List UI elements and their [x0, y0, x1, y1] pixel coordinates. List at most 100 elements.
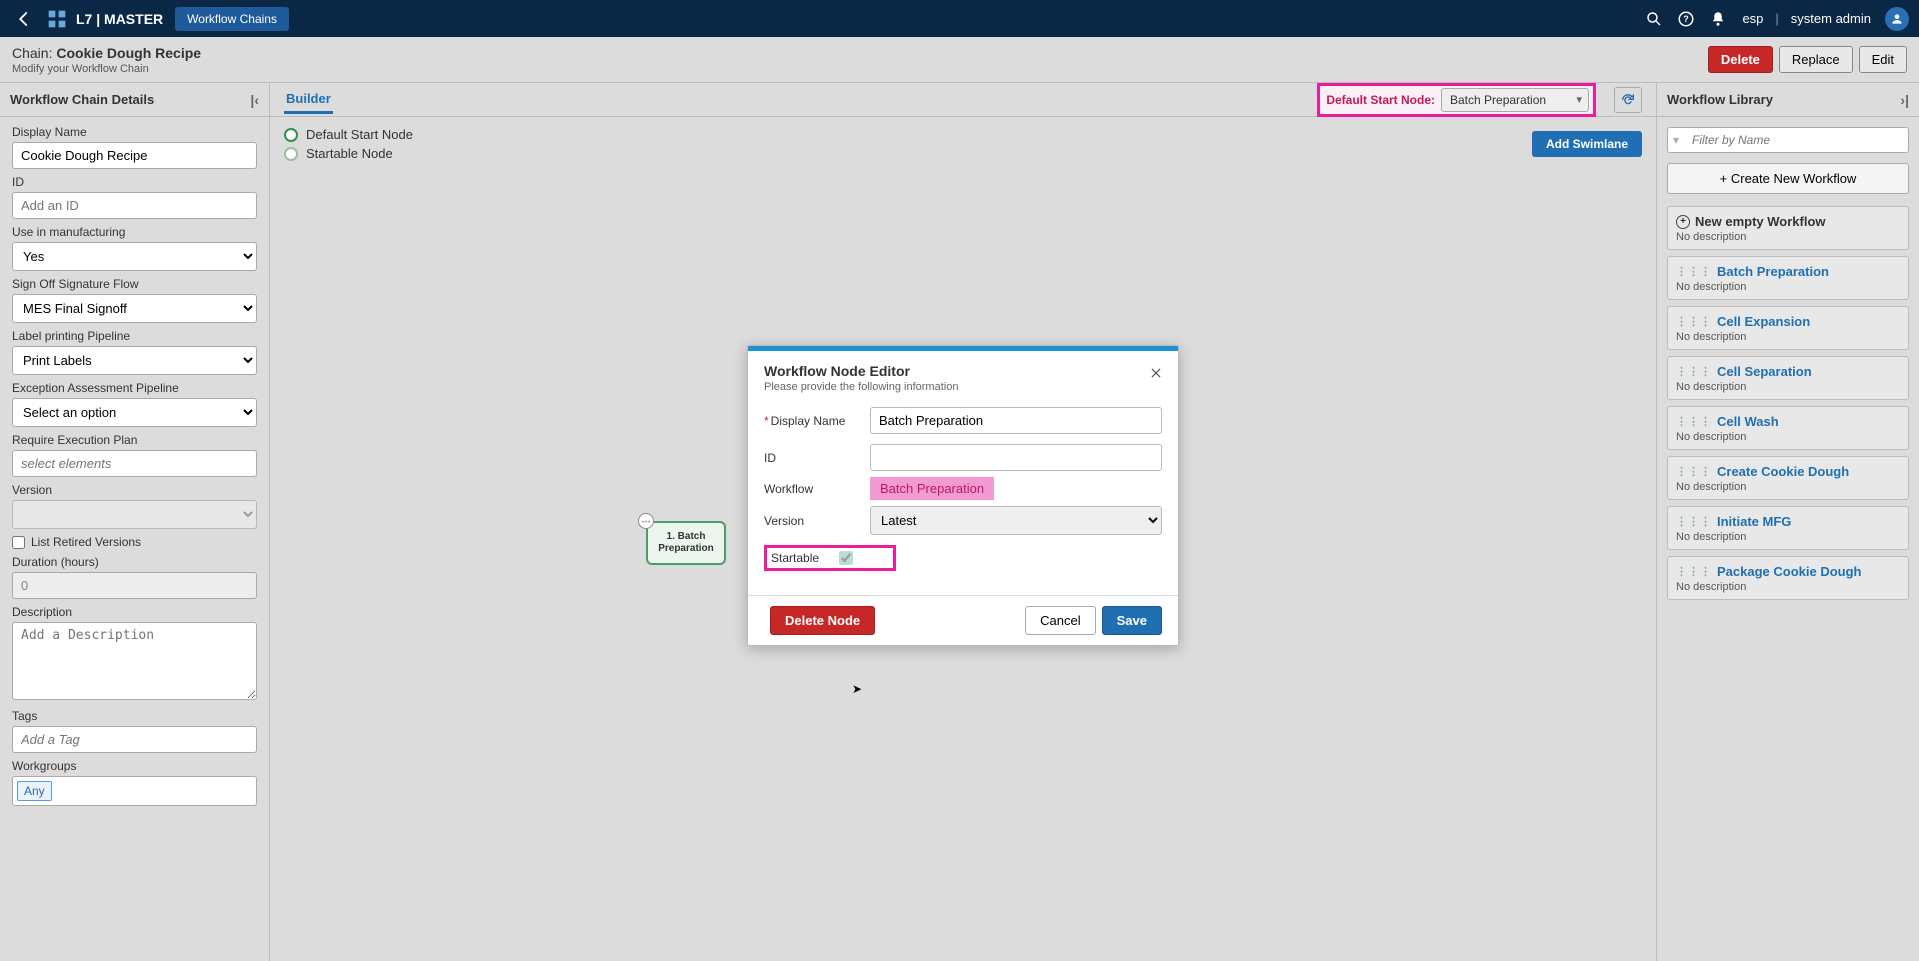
- library-item[interactable]: ⋮⋮⋮Cell ExpansionNo description: [1667, 306, 1909, 350]
- node-menu-handle[interactable]: ⋯: [638, 513, 654, 529]
- library-item-title: ⋮⋮⋮Cell Separation: [1676, 364, 1900, 379]
- exception-label: Exception Assessment Pipeline: [12, 381, 257, 395]
- delete-button[interactable]: Delete: [1708, 46, 1773, 73]
- mfg-label: Use in manufacturing: [12, 225, 257, 239]
- id-input[interactable]: [12, 192, 257, 219]
- library-item-desc: No description: [1676, 381, 1900, 393]
- library-item-desc: No description: [1676, 481, 1900, 493]
- modal-save-button[interactable]: Save: [1102, 606, 1162, 635]
- library-item[interactable]: +New empty WorkflowNo description: [1667, 206, 1909, 250]
- app-logo-icon: [46, 8, 68, 30]
- workflow-node-editor-modal: Workflow Node Editor Please provide the …: [747, 345, 1179, 646]
- details-panel-title: Workflow Chain Details: [10, 92, 154, 107]
- library-item[interactable]: ⋮⋮⋮Package Cookie DoughNo description: [1667, 556, 1909, 600]
- workflow-node-batch-preparation[interactable]: ⋯ 1. Batch Preparation: [646, 521, 726, 565]
- user-avatar[interactable]: [1885, 7, 1909, 31]
- display-name-input[interactable]: [12, 142, 257, 169]
- default-start-node-highlight: Default Start Node: Batch Preparation: [1317, 83, 1596, 117]
- top-nav: L7 | MASTER Workflow Chains ? esp | syst…: [0, 0, 1919, 37]
- modal-wf-value[interactable]: Batch Preparation: [870, 477, 994, 500]
- person-icon: [1890, 12, 1904, 26]
- search-button[interactable]: [1640, 5, 1668, 33]
- library-item-desc: No description: [1676, 231, 1900, 243]
- library-item-desc: No description: [1676, 281, 1900, 293]
- legend-default-icon: [284, 128, 298, 142]
- labelpipe-select[interactable]: Print Labels: [12, 346, 257, 375]
- modal-ver-label: Version: [764, 514, 860, 528]
- modal-id-label: ID: [764, 451, 860, 465]
- page-subtitle: Modify your Workflow Chain: [12, 63, 1702, 75]
- back-button[interactable]: [10, 5, 38, 33]
- signoff-select[interactable]: MES Final Signoff: [12, 294, 257, 323]
- builder-tab[interactable]: Builder: [284, 85, 333, 114]
- modal-dn-input[interactable]: [870, 407, 1162, 434]
- tags-input[interactable]: [12, 726, 257, 753]
- bell-icon: [1709, 10, 1727, 28]
- help-button[interactable]: ?: [1672, 5, 1700, 33]
- workgroups-input[interactable]: Any: [12, 776, 257, 806]
- grip-icon: ⋮⋮⋮: [1676, 315, 1712, 328]
- library-item-title: ⋮⋮⋮Package Cookie Dough: [1676, 564, 1900, 579]
- library-item[interactable]: ⋮⋮⋮Initiate MFGNo description: [1667, 506, 1909, 550]
- modal-close-button[interactable]: [1144, 361, 1168, 385]
- workgroup-tag[interactable]: Any: [17, 781, 52, 801]
- grip-icon: ⋮⋮⋮: [1676, 565, 1712, 578]
- reqexec-input[interactable]: [12, 450, 257, 477]
- library-item[interactable]: ⋮⋮⋮Create Cookie DoughNo description: [1667, 456, 1909, 500]
- language-label[interactable]: esp: [1742, 11, 1763, 26]
- default-start-node-label: Default Start Node:: [1326, 93, 1435, 107]
- replace-button[interactable]: Replace: [1779, 46, 1853, 73]
- modal-cancel-button[interactable]: Cancel: [1025, 606, 1095, 635]
- workgroups-label: Workgroups: [12, 759, 257, 773]
- library-item-desc: No description: [1676, 331, 1900, 343]
- library-filter-input[interactable]: [1667, 127, 1909, 153]
- modal-dn-label: Display Name: [771, 414, 846, 428]
- duration-input: [12, 572, 257, 599]
- retired-checkbox[interactable]: [12, 536, 25, 549]
- add-swimlane-button[interactable]: Add Swimlane: [1532, 131, 1642, 157]
- labelpipe-label: Label printing Pipeline: [12, 329, 257, 343]
- mfg-select[interactable]: Yes: [12, 242, 257, 271]
- library-item[interactable]: ⋮⋮⋮Batch PreparationNo description: [1667, 256, 1909, 300]
- modal-id-input[interactable]: [870, 444, 1162, 471]
- default-start-node-select[interactable]: Batch Preparation: [1441, 88, 1589, 112]
- grip-icon: ⋮⋮⋮: [1676, 365, 1712, 378]
- modal-delete-node-button[interactable]: Delete Node: [770, 606, 875, 635]
- brand-label: L7 | MASTER: [76, 11, 163, 27]
- filter-icon: ▾: [1673, 133, 1679, 147]
- collapse-left-button[interactable]: |‹: [250, 92, 259, 108]
- collapse-right-button[interactable]: ›|: [1900, 92, 1909, 108]
- refresh-icon: [1620, 92, 1636, 108]
- version-select[interactable]: [12, 500, 257, 529]
- modal-subtitle: Please provide the following information: [764, 381, 1162, 393]
- refresh-button[interactable]: [1614, 87, 1642, 113]
- context-chip[interactable]: Workflow Chains: [175, 7, 289, 31]
- description-input[interactable]: [12, 622, 257, 700]
- modal-startable-checkbox[interactable]: [839, 551, 853, 565]
- library-item-desc: No description: [1676, 431, 1900, 443]
- duration-label: Duration (hours): [12, 555, 257, 569]
- modal-startable-highlight: Startable: [764, 545, 896, 571]
- modal-wf-label: Workflow: [764, 482, 860, 496]
- library-item[interactable]: ⋮⋮⋮Cell Separation No description: [1667, 356, 1909, 400]
- modal-ver-select[interactable]: Latest: [870, 506, 1162, 535]
- notifications-button[interactable]: [1704, 5, 1732, 33]
- library-item-title: ⋮⋮⋮Cell Wash: [1676, 414, 1900, 429]
- exception-select[interactable]: Select an option: [12, 398, 257, 427]
- legend-default-label: Default Start Node: [306, 127, 413, 142]
- user-name-label[interactable]: system admin: [1791, 11, 1871, 26]
- signoff-label: Sign Off Signature Flow: [12, 277, 257, 291]
- workflow-library-panel: Workflow Library ›| ▾ + Create New Workf…: [1656, 83, 1919, 961]
- library-item[interactable]: ⋮⋮⋮Cell Wash No description: [1667, 406, 1909, 450]
- library-list: +New empty WorkflowNo description ⋮⋮⋮Batc…: [1667, 206, 1909, 600]
- grip-icon: ⋮⋮⋮: [1676, 515, 1712, 528]
- version-label: Version: [12, 483, 257, 497]
- modal-title: Workflow Node Editor: [764, 363, 1162, 379]
- close-icon: [1149, 366, 1163, 380]
- grip-icon: ⋮⋮⋮: [1676, 265, 1712, 278]
- edit-button[interactable]: Edit: [1859, 46, 1907, 73]
- grip-icon: ⋮⋮⋮: [1676, 415, 1712, 428]
- legend: Default Start Node Startable Node: [270, 117, 1656, 161]
- create-new-workflow-button[interactable]: + Create New Workflow: [1667, 163, 1909, 194]
- details-panel: Workflow Chain Details |‹ Display Name I…: [0, 83, 270, 961]
